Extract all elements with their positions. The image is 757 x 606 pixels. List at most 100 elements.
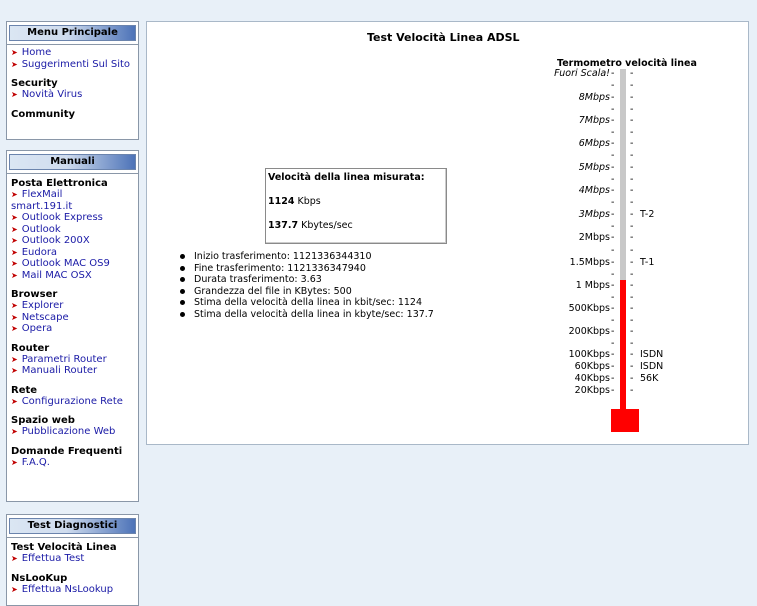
menu-principale-title: Menu Principale [9, 25, 136, 41]
thermometer-side-label: ISDN [640, 349, 664, 360]
sidebar-link-pubblicazione-web[interactable]: ➤ Pubblicazione Web [11, 426, 134, 438]
sidebar-link-home[interactable]: ➤ Home [11, 47, 134, 59]
speed-thermometer: Termometro velocità linea Fuori Scala! - -… [147, 22, 748, 444]
tick-mark: - [611, 197, 615, 208]
arrow-icon: ➤ [11, 48, 18, 57]
sidebar-link-parametri-router[interactable]: ➤ Parametri Router [11, 354, 134, 366]
tick-mark: - [611, 209, 615, 220]
test-diagnostici-box: Test Diagnostici Test Velocità Linea ➤ Eff… [6, 514, 139, 606]
tick-mark: - [611, 244, 615, 256]
menu-principale-box: Menu Principale ➤ Home ➤ Suggerimenti Sul S… [6, 21, 139, 140]
sidebar-link-effettua-test[interactable]: ➤ Effettua Test [11, 553, 134, 565]
sidebar-link-opera[interactable]: ➤ Opera [11, 323, 134, 335]
tick-mark: - [630, 115, 634, 126]
tick-mark: - [611, 385, 615, 396]
sidebar-link-outlook-200x[interactable]: ➤ Outlook 200X [11, 235, 134, 247]
section-title-security: Security [11, 78, 58, 89]
arrow-icon: ➤ [11, 236, 18, 245]
sidebar-link-label: Manuali Router [21, 365, 98, 376]
thermometer-side-label: T-1 [640, 257, 655, 268]
sidebar-link-label: Opera [21, 323, 53, 334]
tick-mark: - [630, 185, 634, 196]
tick-mark: - [630, 126, 634, 138]
section-title-nslookup: NsLooKup [11, 572, 68, 584]
test-diagnostici-body: Test Velocità Linea ➤ Effettua Test NsLooKu… [7, 537, 138, 599]
sidebar-link-label: Suggerimenti Sul Sito [21, 58, 131, 70]
menu-principale-body: ➤ Home ➤ Suggerimenti Sul Sito Security ➤ Novi… [7, 44, 138, 124]
tick-mark: - [630, 197, 634, 208]
sidebar-link-outlook-express[interactable]: ➤ Outlook Express [11, 212, 134, 224]
thermometer-bulb [611, 409, 639, 432]
sidebar-link-f-a-q[interactable]: ➤ F.A.Q. [11, 457, 134, 469]
tick-mark: - [630, 280, 634, 291]
manuali-title: Manuali [9, 154, 136, 170]
tick-mark: - [611, 138, 615, 149]
sidebar-link-explorer[interactable]: ➤ Explorer [11, 300, 134, 312]
thermometer-side-label: ISDN [640, 361, 664, 372]
arrow-icon: ➤ [11, 354, 18, 364]
manuali-body: Posta Elettronica ➤ FlexMail smart.191.it ➤… [7, 173, 138, 472]
tick-mark: - [611, 126, 615, 138]
tick-mark: - [611, 115, 615, 126]
tick-mark: - [611, 349, 615, 360]
arrow-icon: ➤ [11, 90, 18, 99]
tick-mark: - [630, 257, 634, 268]
sidebar-link-label: Outlook 200X [21, 235, 90, 246]
sidebar-link-netscape[interactable]: ➤ Netscape [11, 312, 134, 324]
sidebar-link-label: F.A.Q. [21, 456, 50, 468]
tick-mark: - [611, 185, 615, 196]
thermometer-fill-bar [620, 280, 626, 409]
tick-mark: - [611, 361, 615, 372]
section-title-router: Router [11, 342, 50, 354]
tick-mark: - [611, 220, 615, 232]
arrow-icon: ➤ [11, 584, 18, 594]
tick-mark: - [611, 232, 615, 243]
tick-mark: - [630, 385, 634, 396]
tick-mark: - [611, 303, 615, 314]
arrow-icon: ➤ [11, 396, 18, 406]
test-diagnostici-title: Test Diagnostici [9, 518, 136, 534]
section-title-rete: Rete [11, 384, 38, 396]
arrow-icon: ➤ [11, 312, 18, 322]
section-title-domande-frequenti: Domande Frequenti [11, 445, 123, 457]
sidebar-link-label: Outlook Express [21, 212, 103, 223]
tick-mark: - [611, 257, 615, 268]
arrow-icon: ➤ [11, 190, 18, 199]
tick-mark: - [630, 268, 634, 280]
thermometer-tick-label: 200Kbps [568, 326, 610, 337]
thermometer-tick-label: 1.5Mbps [569, 257, 610, 268]
tick-mark: - [630, 326, 634, 337]
thermometer-tick-label: 3Mbps [578, 209, 610, 220]
thermometer-tick-label: 2Mbps [578, 232, 610, 243]
manuali-box: Manuali Posta Elettronica ➤ FlexMail smart… [6, 150, 139, 502]
arrow-icon: ➤ [11, 59, 18, 69]
sidebar-link-outlook[interactable]: ➤ Outlook [11, 224, 134, 236]
thermometer-side-label: 56K [640, 373, 659, 384]
sidebar-link-label: Parametri Router [21, 353, 107, 365]
sidebar-link-novita-virus[interactable]: ➤ Novità Virus [11, 89, 134, 101]
tick-mark: - [611, 173, 615, 185]
tick-mark: - [630, 80, 634, 91]
sidebar-link-outlook-mac-os9[interactable]: ➤ Outlook MAC OS9 [11, 258, 134, 270]
tick-mark: - [611, 80, 615, 91]
tick-mark: - [611, 280, 615, 291]
tick-mark: - [630, 349, 634, 360]
arrow-icon: ➤ [11, 366, 18, 375]
sidebar-link-manuali-router[interactable]: ➤ Manuali Router [11, 365, 134, 377]
sidebar-link-suggerimenti-sul-sito[interactable]: ➤ Suggerimenti Sul Sito [11, 59, 134, 71]
tick-mark: - [611, 103, 615, 115]
section-title-posta-elettronica: Posta Elettronica [11, 178, 108, 189]
sidebar-link-label: Outlook MAC OS9 [21, 258, 110, 269]
tick-mark: - [611, 92, 615, 103]
sidebar-link-flexmail-smart-191-it[interactable]: ➤ FlexMail smart.191.it [7, 189, 81, 212]
sidebar-link-configurazione-rete[interactable]: ➤ Configurazione Rete [11, 396, 134, 408]
sidebar-link-eudora[interactable]: ➤ Eudora [11, 247, 134, 259]
section-title-browser: Browser [11, 289, 58, 300]
tick-mark: - [630, 220, 634, 232]
sidebar-link-effettua-nslookup[interactable]: ➤ Effettua NsLookup [11, 584, 134, 596]
sidebar-link-mail-mac-osx[interactable]: ➤ Mail MAC OSX [11, 270, 134, 282]
arrow-icon: ➤ [11, 554, 18, 563]
sidebar-link-label: Effettua Test [21, 553, 85, 564]
section-title-test-velocita-linea: Test Velocità Linea [11, 542, 117, 553]
sidebar-link-label: Home [21, 47, 52, 58]
